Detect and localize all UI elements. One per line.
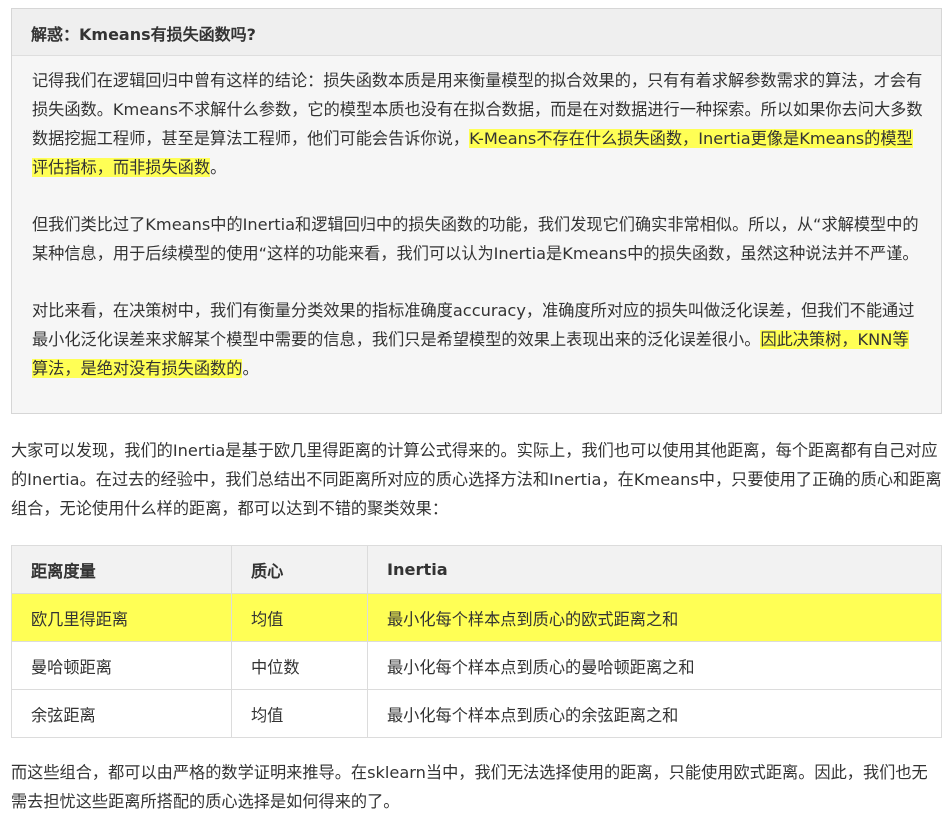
callout-title: 解惑：Kmeans有损失函数吗? [12, 9, 941, 56]
table-row: 欧几里得距离 均值 最小化每个样本点到质心的欧式距离之和 [11, 593, 942, 642]
body-paragraph-sklearn-note: 而这些组合，都可以由严格的数学证明来推导。在sklearn当中，我们无法选择使用… [11, 763, 928, 811]
table-row: 曼哈顿距离 中位数 最小化每个样本点到质心的曼哈顿距离之和 [11, 641, 942, 690]
callout-paragraph-2: 但我们类比过了Kmeans中的Inertia和逻辑回归中的损失函数的功能，我们发… [32, 215, 919, 263]
cell-distance: 欧几里得距离 [11, 593, 232, 642]
callout-p3-end: 。 [242, 359, 259, 378]
cell-centroid: 均值 [231, 593, 368, 642]
callout-p1-end: 。 [210, 158, 227, 177]
body-paragraph-distance-intro: 大家可以发现，我们的Inertia是基于欧几里得距离的计算公式得来的。实际上，我… [11, 441, 942, 518]
cell-inertia: 最小化每个样本点到质心的欧式距离之和 [367, 593, 942, 642]
table-row: 余弦距离 均值 最小化每个样本点到质心的余弦距离之和 [11, 689, 942, 738]
cell-distance: 余弦距离 [11, 689, 232, 738]
header-inertia: Inertia [367, 545, 942, 594]
cell-distance: 曼哈顿距离 [11, 641, 232, 690]
cell-centroid: 中位数 [231, 641, 368, 690]
table-header-row: 距离度量 质心 Inertia [11, 545, 942, 594]
callout-paragraph-3: 对比来看，在决策树中，我们有衡量分类效果的指标准确度accuracy，准确度所对… [32, 296, 923, 383]
callout-body: 记得我们在逻辑回归中曾有这样的结论：损失函数本质是用来衡量模型的拟合效果的，只有… [12, 56, 941, 383]
distance-centroid-table: 距离度量 质心 Inertia 欧几里得距离 均值 最小化每个样本点到质心的欧式… [11, 545, 942, 738]
header-distance-metric: 距离度量 [11, 545, 232, 594]
callout-box: 解惑：Kmeans有损失函数吗? 记得我们在逻辑回归中曾有这样的结论：损失函数本… [11, 8, 942, 414]
cell-inertia: 最小化每个样本点到质心的余弦距离之和 [367, 689, 942, 738]
document-page: 解惑：Kmeans有损失函数吗? 记得我们在逻辑回归中曾有这样的结论：损失函数本… [0, 0, 952, 815]
cell-centroid: 均值 [231, 689, 368, 738]
callout-paragraph-1: 记得我们在逻辑回归中曾有这样的结论：损失函数本质是用来衡量模型的拟合效果的，只有… [32, 66, 923, 182]
cell-inertia: 最小化每个样本点到质心的曼哈顿距离之和 [367, 641, 942, 690]
header-centroid: 质心 [231, 545, 368, 594]
